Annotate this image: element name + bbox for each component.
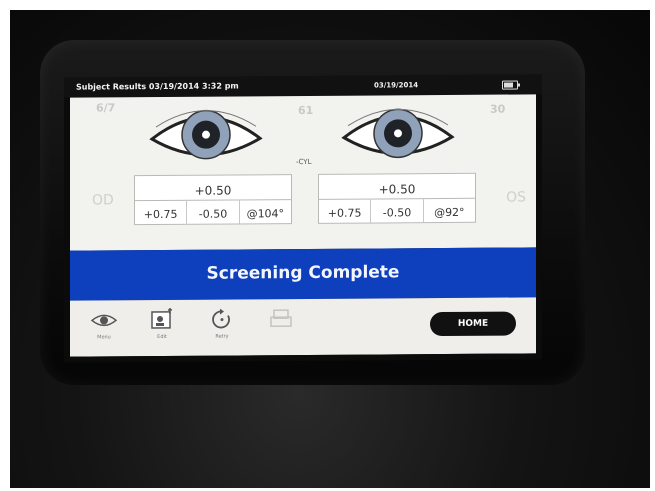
home-button[interactable]: HOME: [430, 311, 516, 337]
retry-button[interactable]: Retry: [200, 307, 244, 340]
right-value-2: -0.50: [371, 198, 424, 223]
cyl-label: -CYL: [296, 157, 312, 167]
left-value-1: +0.75: [135, 199, 188, 225]
edit-label: Edit: [157, 333, 167, 341]
status-date: 03/19/2014: [374, 81, 419, 90]
right-value-3: @92°: [434, 205, 465, 220]
retry-label: Retry: [215, 333, 229, 340]
retry-icon: [212, 308, 230, 329]
print-button[interactable]: [260, 307, 304, 333]
print-icon: [270, 309, 292, 327]
right-eye-results: +0.50 +0.75 -0.50 @92°: [318, 172, 476, 224]
faded-indicator: 61: [298, 103, 314, 118]
right-value-1: +0.75: [319, 198, 372, 223]
status-title: Subject Results 03/19/2014 3:32 pm: [76, 81, 239, 92]
right-sphere-value: +0.50: [319, 173, 475, 200]
battery-icon: [502, 80, 518, 90]
eye-icon: [90, 314, 118, 327]
left-eye-icon: [146, 104, 266, 165]
faded-indicator: 30: [490, 102, 506, 116]
edit-button[interactable]: Edit: [140, 307, 184, 341]
bottom-toolbar: Menu Edit Retry HOME: [70, 297, 536, 357]
menu-button[interactable]: Menu: [82, 308, 126, 340]
edit-user-icon: [151, 307, 172, 329]
results-panel: 6/7 30 61 -CYL OD OS +0.50 +0.75 -0.50 @…: [70, 94, 536, 251]
left-value-3: @104°: [246, 207, 285, 221]
right-eye-label: OS: [506, 189, 526, 206]
menu-label: Menu: [97, 334, 111, 341]
left-eye-label: OD: [92, 192, 114, 209]
faded-indicator: 6/7: [96, 101, 116, 115]
screening-complete-banner: Screening Complete: [70, 247, 536, 301]
right-eye-icon: [338, 103, 458, 164]
left-value-2: -0.50: [187, 199, 240, 224]
left-sphere-value: +0.50: [135, 175, 291, 202]
left-eye-results: +0.50 +0.75 -0.50 @104°: [134, 174, 292, 226]
device-screen: Subject Results 03/19/2014 3:32 pm 03/19…: [64, 74, 542, 363]
